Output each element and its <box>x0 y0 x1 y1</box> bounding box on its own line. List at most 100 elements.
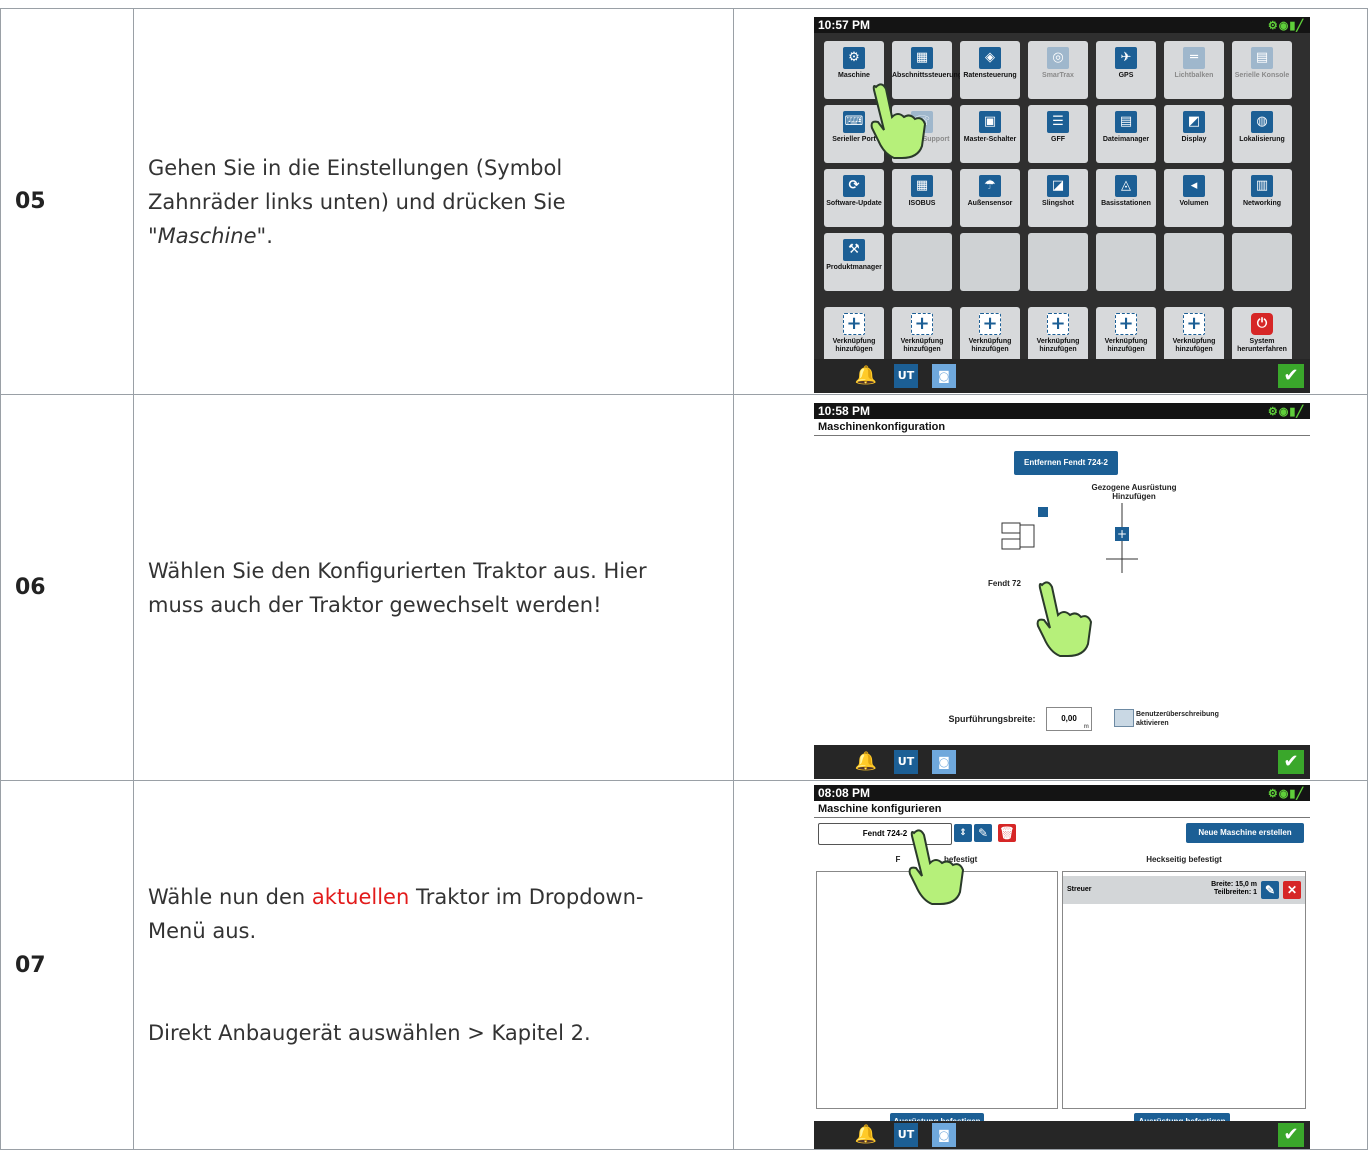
tile-label: Slingshot <box>1042 200 1074 207</box>
plus-icon: + <box>979 313 1001 335</box>
settings-icon: ◍ <box>1251 111 1273 133</box>
screenshot-cell: 08:08 PM ⚙◉▮╱ Maschine konfigurieren Fend… <box>733 780 1368 1150</box>
ut-icon[interactable]: UT <box>894 364 918 388</box>
delete-icon[interactable]: ✕ <box>1283 881 1301 899</box>
tile-label: Produktmanager <box>826 264 882 271</box>
tile-label: GFF <box>1051 136 1065 143</box>
shutdown-tile[interactable]: ⏻ System herunterfahren <box>1232 307 1292 365</box>
towed-equipment-label: Gezogene Ausrüstung Hinzufügen <box>1091 483 1177 501</box>
step-number: 05 <box>0 8 134 395</box>
tile-label: Master-Schalter <box>963 136 1017 143</box>
step-text-block: Wähle nun den aktuellen Traktor im Dropd… <box>148 880 668 948</box>
settings-tile[interactable]: ═ Lichtbalken <box>1164 41 1224 99</box>
ut-icon[interactable]: UT <box>894 750 918 774</box>
status-icons: ⚙◉▮╱ <box>1267 788 1304 800</box>
settings-icon: ▤ <box>1251 47 1273 69</box>
track-width-value: 0,00 <box>1061 714 1077 723</box>
camera-icon[interactable]: ◙ <box>932 1123 956 1147</box>
screen-title: Maschinenkonfiguration <box>814 419 1310 436</box>
tile-label: Verknüpfung hinzufügen <box>900 338 944 353</box>
tile-label: System herunterfahren <box>1237 338 1287 353</box>
settings-tile[interactable]: ▥ Networking <box>1232 169 1292 227</box>
settings-tile[interactable]: ☂ Außensensor <box>960 169 1020 227</box>
bell-icon[interactable]: 🔔 <box>854 364 878 388</box>
pointing-hand-icon <box>908 829 965 905</box>
remove-tractor-button[interactable]: Entfernen Fendt 724-2 <box>1014 451 1118 475</box>
settings-icon: ▣ <box>979 111 1001 133</box>
confirm-check-icon[interactable]: ✔ <box>1278 364 1304 388</box>
bottom-bar: 🔔 UT ◙ ✔ <box>814 359 1310 393</box>
settings-icon: ☰ <box>1047 111 1069 133</box>
add-shortcut-tile[interactable]: + Verknüpfung hinzufügen <box>824 307 884 365</box>
add-shortcut-tile[interactable]: + Verknüpfung hinzufügen <box>960 307 1020 365</box>
machine-config-screen: 10:58 PM ⚙◉▮╱ Maschinenkonfiguration Entf… <box>814 403 1310 779</box>
step-row-06: 06 Wählen Sie den Konfigurierten Traktor… <box>0 394 1368 781</box>
add-shortcut-tile[interactable]: + Verknüpfung hinzufügen <box>1096 307 1156 365</box>
settings-icon: ▥ <box>1251 175 1273 197</box>
confirm-check-icon[interactable]: ✔ <box>1278 750 1304 774</box>
bell-icon[interactable]: 🔔 <box>854 1123 878 1147</box>
step-row-07: 07 Wähle nun den aktuellen Traktor im Dr… <box>0 780 1368 1150</box>
rear-equipment-list[interactable]: Streuer Breite: 15,0 m Teilbreiten: 1 ✎ … <box>1062 871 1306 1109</box>
settings-tile[interactable]: ▦ ISOBUS <box>892 169 952 227</box>
edit-icon[interactable]: ✎ <box>1261 881 1279 899</box>
settings-tile[interactable]: ◎ SmarTrax <box>1028 41 1088 99</box>
add-shortcut-tile[interactable]: + Verknüpfung hinzufügen <box>1164 307 1224 365</box>
status-bar: 08:08 PM ⚙◉▮╱ <box>814 785 1310 801</box>
step-text: Wähle nun den <box>148 885 312 909</box>
settings-tile[interactable]: ▣ Master-Schalter <box>960 105 1020 163</box>
track-width-input[interactable]: 0,00 m <box>1046 707 1092 731</box>
step-row-05: 05 Gehen Sie in die Einstellungen (Symbo… <box>0 8 1368 395</box>
confirm-check-icon[interactable]: ✔ <box>1278 1123 1304 1147</box>
settings-tile[interactable]: ◈ Ratensteuerung <box>960 41 1020 99</box>
step-text-highlight: aktuellen <box>311 885 410 909</box>
tile-label: ISOBUS <box>908 200 936 207</box>
add-shortcut-tile[interactable]: + Verknüpfung hinzufügen <box>1028 307 1088 365</box>
track-width-label: Spurführungsbreite: <box>948 714 1036 724</box>
settings-tile[interactable]: ◂ Volumen <box>1164 169 1224 227</box>
bell-icon[interactable]: 🔔 <box>854 750 878 774</box>
settings-icon: ⚒ <box>843 239 865 261</box>
camera-icon[interactable]: ◙ <box>932 364 956 388</box>
settings-tile[interactable]: ◍ Lokalisierung <box>1232 105 1292 163</box>
settings-screen: 10:57 PM ⚙◉▮╱ ⚙ Maschine ▦ Abschnittssteueru… <box>814 17 1310 393</box>
tile-label: Networking <box>1242 200 1282 207</box>
edit-icon[interactable]: ✎ <box>974 824 992 842</box>
settings-tile[interactable]: ◬ Basisstationen <box>1096 169 1156 227</box>
tile-label: GPS <box>1118 72 1134 79</box>
settings-tile[interactable]: ⟳ Software-Update <box>824 169 884 227</box>
instruction-table: 05 Gehen Sie in die Einstellungen (Symbo… <box>0 8 1368 1150</box>
settings-icon: ◪ <box>1047 175 1069 197</box>
status-icons: ⚙◉▮╱ <box>1267 20 1304 32</box>
add-shortcut-tile[interactable]: + Verknüpfung hinzufügen <box>892 307 952 365</box>
override-label: Benutzerüberschreibung aktivieren <box>1136 711 1219 727</box>
list-item[interactable]: Streuer Breite: 15,0 m Teilbreiten: 1 ✎ … <box>1063 876 1305 904</box>
tile-label: Außensensor <box>967 200 1013 207</box>
settings-tile[interactable]: ✈ GPS <box>1096 41 1156 99</box>
settings-tile[interactable]: ▤ Serielle Konsole <box>1232 41 1292 99</box>
settings-icon: ⚙ <box>843 47 865 69</box>
trash-icon[interactable]: 🗑 <box>998 824 1016 842</box>
tile-label: Verknüpfung hinzufügen <box>1172 338 1216 353</box>
tile-label: Verknüpfung hinzufügen <box>968 338 1012 353</box>
settings-icon: ⟳ <box>843 175 865 197</box>
override-checkbox[interactable] <box>1114 709 1134 727</box>
step-description: Wählen Sie den Konfigurierten Traktor au… <box>133 394 734 781</box>
camera-icon[interactable]: ◙ <box>932 750 956 774</box>
empty-tile <box>1096 233 1156 291</box>
settings-tile[interactable]: ◩ Display <box>1164 105 1224 163</box>
tractor-diagram-icon[interactable]: + <box>994 503 1154 583</box>
clock: 10:57 PM <box>818 18 871 32</box>
ut-icon[interactable]: UT <box>894 1123 918 1147</box>
equipment-name: Streuer <box>1067 886 1092 893</box>
unit-label: m <box>1083 724 1089 730</box>
new-machine-button[interactable]: Neue Maschine erstellen <box>1186 823 1304 843</box>
settings-tile[interactable]: ⚒ Produktmanager <box>824 233 884 291</box>
settings-tile[interactable]: ☰ GFF <box>1028 105 1088 163</box>
settings-tile[interactable]: ▤ Dateimanager <box>1096 105 1156 163</box>
clock: 10:58 PM <box>818 404 871 418</box>
front-equipment-list[interactable] <box>816 871 1058 1109</box>
settings-tile[interactable]: ◪ Slingshot <box>1028 169 1088 227</box>
step-note: Direkt Anbaugerät auswählen > Kapitel 2. <box>148 1021 591 1045</box>
status-bar: 10:57 PM ⚙◉▮╱ <box>814 17 1310 33</box>
